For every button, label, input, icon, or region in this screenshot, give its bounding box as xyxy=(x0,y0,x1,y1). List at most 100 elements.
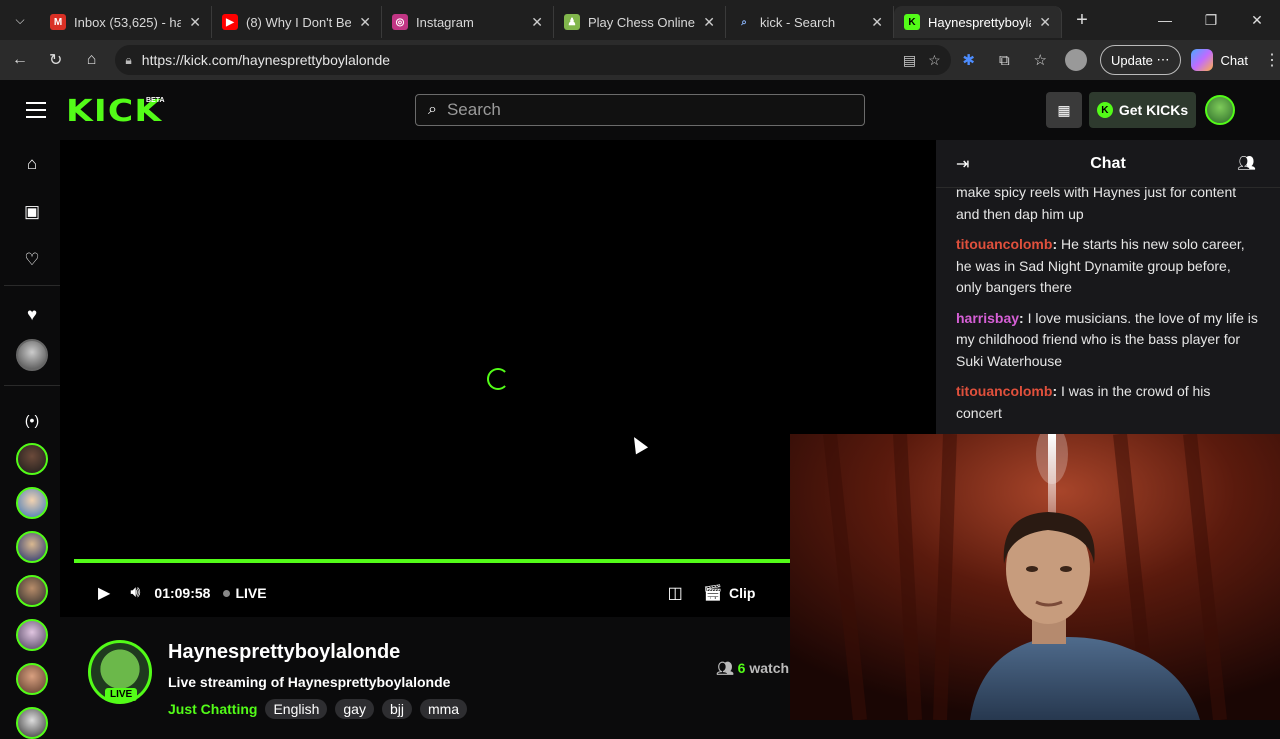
search-icon: ⌕ xyxy=(741,16,747,28)
home-icon[interactable]: ⌂ xyxy=(20,152,44,176)
channel-name[interactable]: Haynesprettyboylalonde xyxy=(168,641,400,664)
favorites-icon[interactable]: ☆ xyxy=(1022,51,1058,69)
following-heart-icon[interactable]: ♥ xyxy=(20,303,44,327)
chat-message: make spicy reels with Haynes just for co… xyxy=(956,184,1237,222)
close-tab-icon[interactable]: ✕ xyxy=(189,14,201,31)
theater-mode-icon[interactable]: ◫ xyxy=(668,583,683,603)
sidebar-divider xyxy=(4,285,60,286)
category-link[interactable]: Just Chatting xyxy=(168,701,257,717)
menu-hamburger-icon[interactable] xyxy=(26,102,46,118)
followed-channel-avatar[interactable] xyxy=(16,339,48,371)
more-options-icon[interactable]: ⋮ xyxy=(1264,50,1280,70)
stream-progress-bar[interactable] xyxy=(74,559,790,563)
webcam-overlay xyxy=(790,434,1280,720)
close-tab-icon[interactable]: ✕ xyxy=(531,14,543,31)
clip-icon[interactable]: 🎬︎ xyxy=(703,583,723,603)
close-tab-icon[interactable]: ✕ xyxy=(871,14,883,31)
player-controls: ▶ 🔊︎ 01:09:58 LIVE ◫ 🎬︎ Clip xyxy=(60,576,800,610)
youtube-icon: ▶ xyxy=(222,14,238,30)
tag-chip[interactable]: English xyxy=(265,699,328,719)
chat-title: Chat xyxy=(1090,154,1126,172)
volume-icon[interactable]: 🔊︎ xyxy=(130,584,140,602)
chat-message: titouancolomb: He starts his new solo ca… xyxy=(956,236,1245,295)
search-icon: ⌕ xyxy=(428,101,437,118)
chat-message: titouancolomb: I was in the crowd of his… xyxy=(956,383,1211,421)
channel-info: LIVE Haynesprettyboylalonde Live streami… xyxy=(60,617,790,720)
stream-title: Live streaming of Haynesprettyboylalonde xyxy=(168,674,451,690)
copilot-chat-button[interactable]: Chat xyxy=(1190,49,1248,71)
search-input[interactable]: ⌕ Search xyxy=(415,94,865,126)
chat-username[interactable]: titouancolomb xyxy=(956,383,1052,399)
left-sidebar: ⌂ ▣ ♡ ♥ (•) xyxy=(4,140,60,739)
close-tab-icon[interactable]: ✕ xyxy=(1039,14,1051,31)
kicks-coin-icon: K xyxy=(1096,102,1113,118)
reader-view-icon[interactable]: ▤ xyxy=(903,52,916,69)
update-button[interactable]: Update ⋯ xyxy=(1099,45,1181,75)
play-icon[interactable]: ▶ xyxy=(98,583,110,603)
tab-chess[interactable]: ♟ Play Chess Online for ✕ xyxy=(554,6,726,38)
live-badge: LIVE xyxy=(105,688,138,701)
following-heart-outline-icon[interactable]: ♡ xyxy=(20,248,44,272)
tab-kick-search[interactable]: ⌕ kick - Search ✕ xyxy=(726,6,894,38)
gmail-icon: M xyxy=(50,14,66,30)
kick-icon: K xyxy=(904,14,920,30)
recommended-channel-avatar[interactable] xyxy=(16,619,48,651)
chat-users-icon[interactable]: 👥︎ xyxy=(1237,154,1256,172)
refresh-icon[interactable]: ↻ xyxy=(38,42,74,78)
chat-panel: ⇥ Chat 👥︎ make spicy reels with Haynes j… xyxy=(936,140,1280,435)
watchers-count: 👥︎ 6 watch xyxy=(716,660,790,676)
url-field[interactable]: 🔒︎ https://kick.com/haynesprettyboylalon… xyxy=(115,45,951,75)
close-tab-icon[interactable]: ✕ xyxy=(703,14,715,31)
recommended-channel-avatar[interactable] xyxy=(16,575,48,607)
favorite-star-icon[interactable]: ☆ xyxy=(928,52,941,69)
browse-icon[interactable]: ▣ xyxy=(20,200,44,224)
live-label: LIVE xyxy=(235,585,267,601)
restore-icon[interactable]: ❐ xyxy=(1188,0,1234,40)
tag-chip[interactable]: mma xyxy=(419,699,468,719)
recommended-channel-avatar[interactable] xyxy=(16,487,48,519)
clip-button[interactable]: Clip xyxy=(729,585,755,601)
extensions-icon[interactable]: ⧉ xyxy=(987,52,1023,69)
recommended-channel-avatar[interactable] xyxy=(16,531,48,563)
loading-spinner-icon xyxy=(487,368,509,390)
live-broadcast-icon[interactable]: (•) xyxy=(20,408,44,432)
mouse-cursor-icon xyxy=(627,433,649,455)
tab-gmail[interactable]: M Inbox (53,625) - hayn ✕ xyxy=(40,6,212,38)
tag-chip[interactable]: bjj xyxy=(381,699,412,719)
new-tab-plus-icon[interactable]: + xyxy=(1062,9,1102,32)
lock-icon[interactable]: 🔒︎ xyxy=(125,53,131,68)
recommended-channel-avatar[interactable] xyxy=(16,707,48,739)
browser-tab-bar: ⌵ M Inbox (53,625) - hayn ✕ ▶ (8) Why I … xyxy=(0,0,1280,40)
back-arrow-icon[interactable]: ← xyxy=(2,42,38,78)
tab-youtube[interactable]: ▶ (8) Why I Don't Believ ✕ xyxy=(212,6,382,38)
copilot-icon xyxy=(1190,49,1213,71)
close-tab-icon[interactable]: ✕ xyxy=(359,14,371,31)
get-kicks-button[interactable]: K Get KICKs xyxy=(1089,92,1196,128)
webcam-feed-image xyxy=(790,434,1280,720)
browse-icon[interactable]: ▦ xyxy=(1046,92,1082,128)
tab-kick-channel[interactable]: K Haynesprettyboylalon ✕ xyxy=(894,6,1062,38)
chat-username[interactable]: harrisbay xyxy=(956,310,1019,326)
home-icon[interactable]: ⌂ xyxy=(74,42,110,78)
chat-username[interactable]: titouancolomb xyxy=(956,236,1052,252)
profile-avatar[interactable] xyxy=(1065,49,1087,71)
viewers-icon: 👥︎ xyxy=(716,660,734,676)
collapse-chat-icon[interactable]: ⇥ xyxy=(956,154,969,174)
recommended-channel-avatar[interactable] xyxy=(16,443,48,475)
kick-header: KICK BETA ⌕ Search ▦ K Get KICKs xyxy=(4,80,1280,140)
stream-time: 01:09:58 xyxy=(154,585,211,601)
tab-instagram[interactable]: ◎ Instagram ✕ xyxy=(382,6,554,38)
chat-header: ⇥ Chat 👥︎ xyxy=(936,140,1280,188)
close-window-icon[interactable]: ✕ xyxy=(1234,0,1280,40)
tab-actions-chevron-icon[interactable]: ⌵ xyxy=(0,0,40,40)
stream-tags: Just Chatting English gay bjj mma xyxy=(168,699,468,719)
extension-puzzle-blue-icon[interactable]: ✱ xyxy=(951,51,987,69)
window-controls: — ❐ ✕ xyxy=(1142,0,1280,40)
user-avatar[interactable] xyxy=(1205,95,1235,125)
chat-message: harrisbay: I love musicians. the love of… xyxy=(956,309,1258,369)
instagram-icon: ◎ xyxy=(392,14,408,30)
tag-chip[interactable]: gay xyxy=(335,699,374,719)
recommended-channel-avatar[interactable] xyxy=(16,663,48,695)
address-bar-row: ← ↻ ⌂ 🔒︎ https://kick.com/haynesprettybo… xyxy=(0,40,1280,80)
minimize-icon[interactable]: — xyxy=(1142,0,1188,40)
